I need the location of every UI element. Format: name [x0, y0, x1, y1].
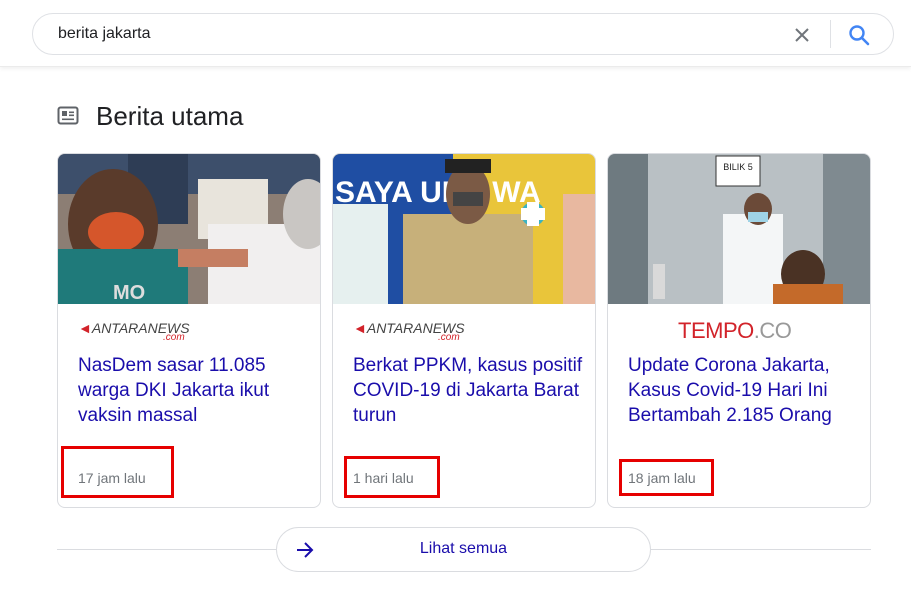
search-query-text[interactable]: berita jakarta [58, 25, 151, 43]
divider-left [57, 549, 276, 550]
news-card[interactable]: BILIK 5 TEMPO.CO Update Corona Jakarta, … [607, 153, 871, 508]
source-logo: ◄ANTARANEWS .com [78, 320, 190, 343]
search-input[interactable]: berita jakarta [32, 13, 894, 55]
news-headline[interactable]: Berkat PPKM, kasus positif COVID-19 di J… [353, 353, 583, 428]
source-logo-suffix: .CO [753, 318, 792, 343]
timestamp-highlight [344, 456, 440, 498]
svg-text:MO: MO [113, 282, 145, 304]
search-icon[interactable] [846, 22, 872, 48]
source-logo-suffix: .com [163, 332, 185, 343]
close-icon[interactable] [790, 23, 814, 47]
timestamp-highlight [619, 459, 714, 496]
search-divider [830, 20, 831, 48]
section-title: Berita utama [96, 101, 244, 131]
news-thumbnail[interactable]: SAYA UDA WA [333, 154, 595, 304]
image-sign-text: BILIK 5 [723, 162, 753, 172]
news-thumbnail[interactable]: MO [58, 154, 320, 304]
source-logo-text: TEMPO [678, 318, 754, 343]
see-all-label: Lihat semua [419, 540, 508, 557]
news-headline[interactable]: Update Corona Jakarta, Kasus Covid-19 Ha… [628, 353, 858, 428]
source-logo: ◄ANTARANEWS .com [353, 320, 465, 343]
source-logo-suffix: .com [438, 332, 460, 343]
newspaper-icon [57, 106, 79, 126]
divider-right [651, 549, 871, 550]
source-logo: TEMPO.CO [678, 318, 792, 343]
news-thumbnail[interactable]: BILIK 5 [608, 154, 870, 304]
timestamp-highlight [61, 446, 174, 498]
see-all-button[interactable]: Lihat semua [276, 527, 651, 572]
news-headline[interactable]: NasDem sasar 11.085 warga DKI Jakarta ik… [78, 353, 308, 428]
news-card[interactable]: SAYA UDA WA ◄ANTARANEWS .com Berkat PPKM,… [332, 153, 596, 508]
search-header: berita jakarta [0, 0, 911, 67]
